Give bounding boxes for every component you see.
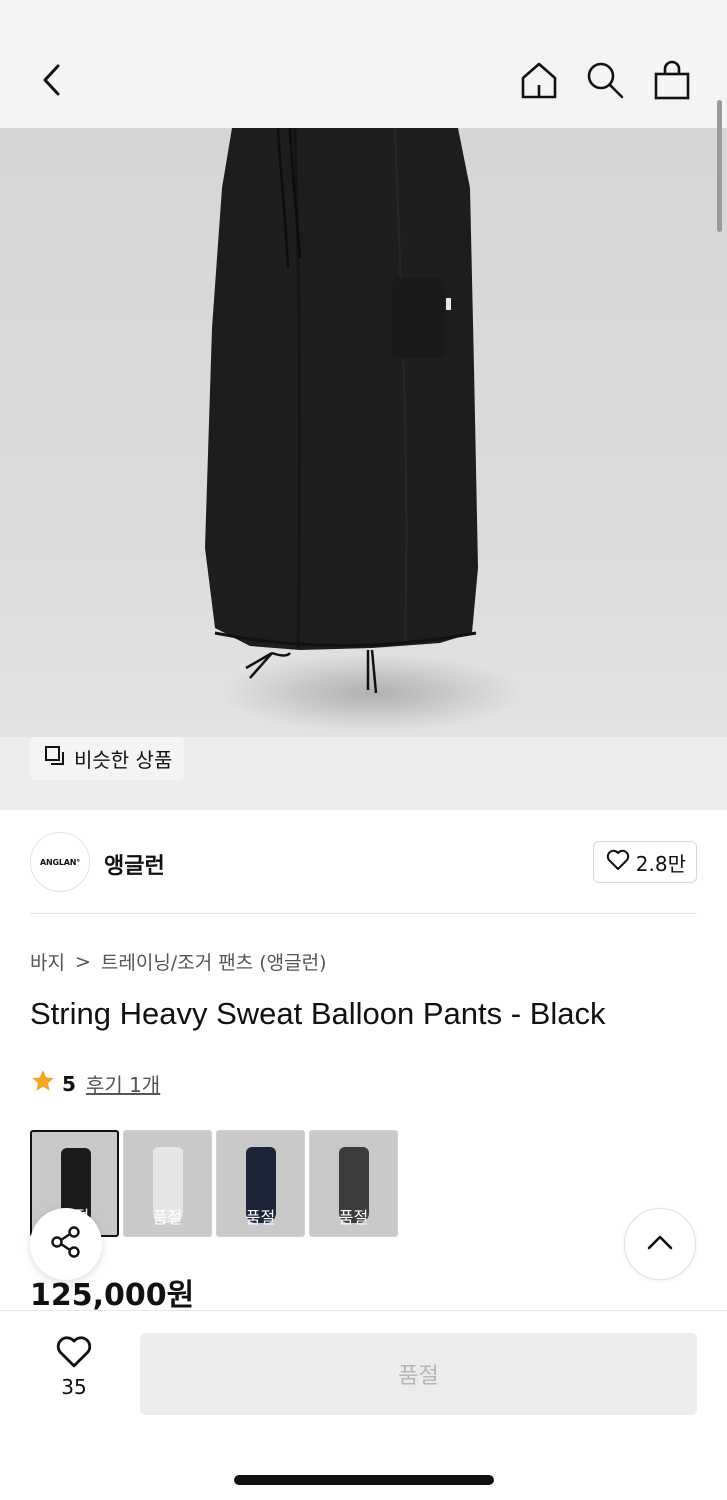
brand-row: ANGLAN° 앵글런 2.8만 <box>30 832 697 892</box>
back-chevron-icon[interactable] <box>24 52 80 108</box>
color-option-navy[interactable]: 품절 <box>216 1130 305 1237</box>
top-nav-bar <box>0 0 727 128</box>
breadcrumb: 바지 > 트레이닝/조거 팬츠 (앵글런) <box>30 948 326 975</box>
product-image[interactable] <box>0 128 727 810</box>
sold-out-label: 품절 <box>338 1208 369 1227</box>
brand-name[interactable]: 앵글런 <box>104 848 165 880</box>
sold-out-label: 품절 <box>245 1208 276 1227</box>
wishlist-count: 35 <box>61 1375 87 1399</box>
share-icon <box>49 1225 83 1263</box>
rating-score: 5 <box>62 1071 76 1096</box>
heart-icon <box>606 849 630 876</box>
color-option-charcoal[interactable]: 품절 <box>309 1130 398 1237</box>
heart-icon <box>55 1336 93 1373</box>
bottom-action-bar: 35 품절 <box>0 1310 727 1500</box>
sold-out-label: 품절 <box>152 1208 183 1227</box>
rating: 5 후기 1개 <box>30 1068 160 1099</box>
chevron-up-icon <box>645 1232 675 1256</box>
product-title: String Heavy Sweat Balloon Pants - Black <box>30 996 606 1031</box>
search-icon[interactable] <box>577 52 633 108</box>
similar-products-button[interactable]: 비슷한 상품 <box>30 737 185 780</box>
home-icon[interactable] <box>511 52 567 108</box>
breadcrumb-subcategory[interactable]: 트레이닝/조거 팬츠 (앵글런) <box>101 948 327 975</box>
copy-icon <box>44 745 66 772</box>
star-icon <box>30 1068 56 1099</box>
divider <box>30 913 697 914</box>
share-button[interactable] <box>30 1208 102 1280</box>
home-indicator <box>234 1475 494 1485</box>
sold-out-button[interactable]: 품절 <box>140 1333 697 1415</box>
breadcrumb-category[interactable]: 바지 <box>30 948 65 975</box>
scrollbar[interactable] <box>717 100 722 232</box>
similar-products-label: 비슷한 상품 <box>74 748 173 772</box>
breadcrumb-separator: > <box>74 950 91 973</box>
shopping-bag-icon[interactable] <box>644 52 700 108</box>
reviews-link[interactable]: 후기 1개 <box>86 1069 160 1098</box>
color-option-grey[interactable]: 품절 <box>123 1130 212 1237</box>
brand-like-count: 2.8만 <box>635 851 686 876</box>
brand-like-button[interactable]: 2.8만 <box>592 841 697 883</box>
scroll-to-top-button[interactable] <box>624 1208 696 1280</box>
wishlist-button[interactable]: 35 <box>44 1335 104 1399</box>
brand-logo-text: ANGLAN° <box>39 857 81 867</box>
brand-logo[interactable]: ANGLAN° <box>30 832 90 892</box>
